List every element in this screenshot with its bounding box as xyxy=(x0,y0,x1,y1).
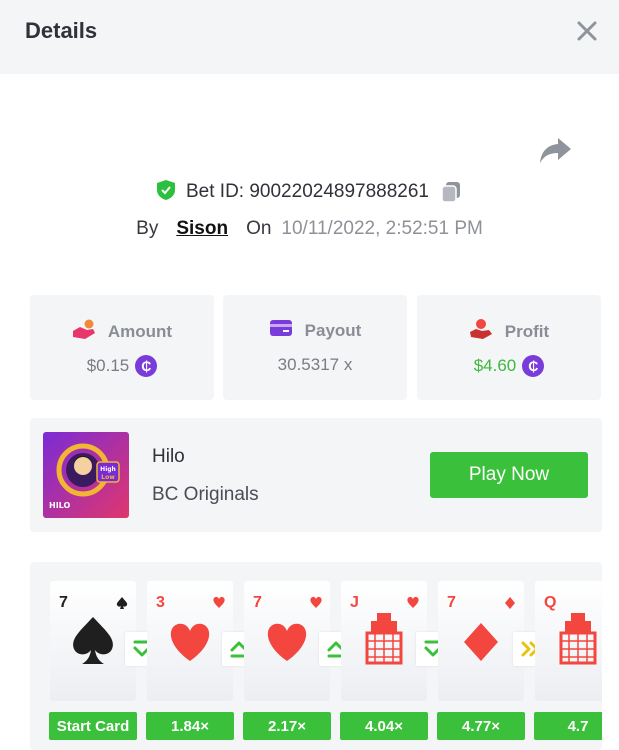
face-card-art xyxy=(365,613,403,665)
profit-value: $4.60 xyxy=(473,356,517,375)
page-title: Details xyxy=(25,18,98,43)
thumb-badge-top: High xyxy=(100,466,116,473)
face-card-art xyxy=(559,613,597,665)
play-now-button[interactable]: Play Now xyxy=(430,452,588,498)
card-rank: 7 xyxy=(253,594,262,611)
card-rank: 3 xyxy=(156,594,165,611)
amount-value: $0.15 xyxy=(86,356,130,375)
heart-icon xyxy=(170,623,210,661)
multiplier-badge: 2.17× xyxy=(243,712,331,740)
game-provider: BC Originals xyxy=(152,484,259,505)
amount-label: Amount xyxy=(107,321,173,341)
profit-stat: Profit $4.60 ₵ xyxy=(417,295,601,400)
share-icon[interactable] xyxy=(538,135,572,165)
thumb-title: HILO xyxy=(49,501,70,510)
bet-meta-row: By Sison On 10/11/2022, 2:52:51 PM xyxy=(0,214,619,244)
spade-small-icon xyxy=(116,597,128,609)
heart-small-icon xyxy=(310,596,322,608)
coin-icon: ₵ xyxy=(135,355,158,377)
money-hand-icon xyxy=(72,318,96,345)
bet-id-row: Bet ID: 90022024897888261 xyxy=(0,176,619,208)
by-label: By xyxy=(136,218,159,239)
profit-label: Profit xyxy=(504,321,550,341)
card-rank: 7 xyxy=(447,594,456,611)
coin-icon: ₵ xyxy=(522,355,545,377)
verified-shield-icon xyxy=(156,179,176,206)
profit-hand-icon xyxy=(469,318,493,345)
playing-card: 7 xyxy=(438,581,524,701)
playing-card: J xyxy=(341,581,427,701)
payout-value: 30.5317 x xyxy=(277,355,353,374)
start-card-label: Start Card xyxy=(49,712,137,740)
multiplier-badge: 4.77× xyxy=(437,712,525,740)
username-link[interactable]: Sison xyxy=(176,218,228,240)
on-label: On xyxy=(246,218,272,239)
close-icon[interactable] xyxy=(573,17,601,45)
cards-history: 7 Start Card 3 1.84× 7 2.17× J 4.04× 7 4.77× Q 4.7 xyxy=(30,562,602,750)
card-rank: Q xyxy=(544,594,557,611)
playing-card: 7 xyxy=(50,581,136,701)
card-rank: J xyxy=(350,594,359,611)
diamond-icon xyxy=(464,623,498,661)
payout-stat: Payout 30.5317 x xyxy=(223,295,407,400)
playing-card: Q xyxy=(535,581,602,701)
diamond-small-icon xyxy=(505,597,515,609)
game-panel: High Low HILO Hilo BC Originals Play Now xyxy=(30,418,602,532)
hilo-game-thumbnail[interactable]: High Low HILO xyxy=(43,432,129,518)
spade-icon xyxy=(73,617,113,664)
multiplier-badge: 4.7 xyxy=(534,712,602,740)
details-header: Details xyxy=(0,0,619,74)
heart-small-icon xyxy=(407,596,419,608)
thumb-badge-bottom: Low xyxy=(101,474,115,481)
multiplier-badge: 1.84× xyxy=(146,712,234,740)
playing-card: 3 xyxy=(147,581,233,701)
amount-stat: Amount $0.15 ₵ xyxy=(30,295,214,400)
heart-small-icon xyxy=(213,596,225,608)
heart-icon xyxy=(267,623,307,661)
card-icon xyxy=(269,318,293,343)
bet-datetime: 10/11/2022, 2:52:51 PM xyxy=(281,218,483,239)
playing-card: 7 xyxy=(244,581,330,701)
bet-id-text: Bet ID: 90022024897888261 xyxy=(186,181,429,202)
copy-icon[interactable] xyxy=(439,180,463,204)
payout-label: Payout xyxy=(304,320,362,340)
game-name: Hilo xyxy=(152,446,185,467)
card-rank: 7 xyxy=(59,594,68,611)
multiplier-badge: 4.04× xyxy=(340,712,428,740)
